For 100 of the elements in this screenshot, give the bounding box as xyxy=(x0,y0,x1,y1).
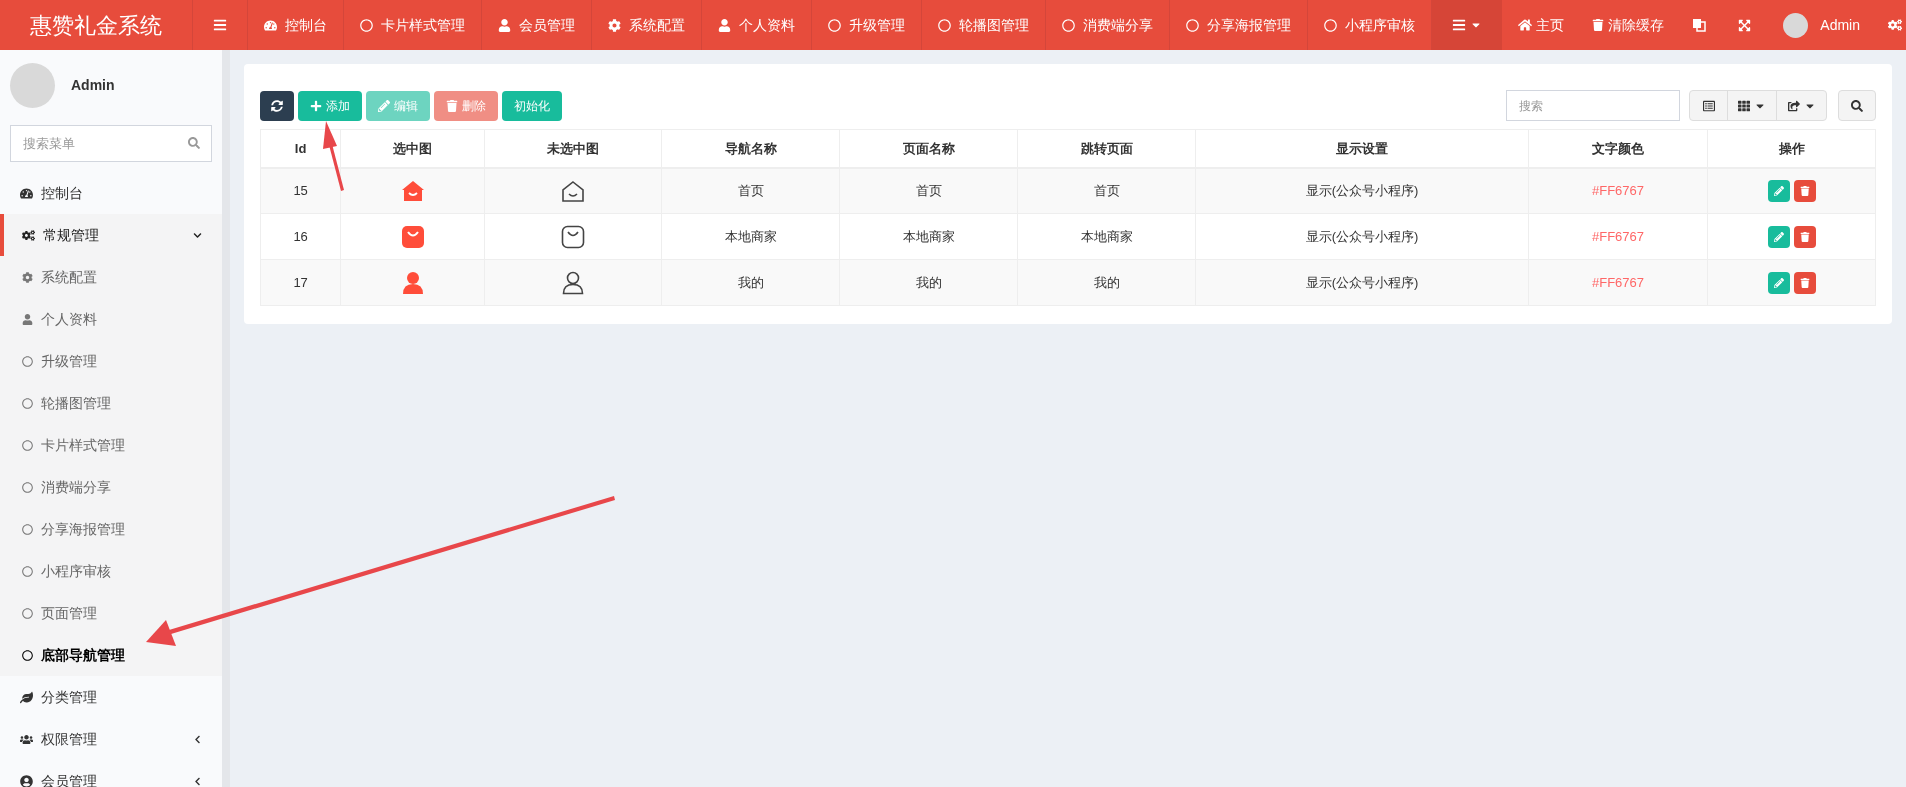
submenu-item[interactable]: 系统配置 xyxy=(0,256,222,298)
dashboard-icon xyxy=(20,186,33,200)
table-cell: #FF6767 xyxy=(1528,259,1708,306)
trash-icon xyxy=(1799,231,1810,242)
nav-tab[interactable]: 系统配置 xyxy=(592,0,703,50)
table-cell: 我的 xyxy=(1017,259,1196,306)
bag-icon xyxy=(400,224,425,249)
submenu-item[interactable]: 升级管理 xyxy=(0,340,222,382)
sidebar-item[interactable]: 会员管理 xyxy=(0,760,222,787)
person-icon xyxy=(401,270,424,295)
home-icon xyxy=(1518,18,1533,32)
submenu-item[interactable]: 消费端分享 xyxy=(0,466,222,508)
table-cell: 显示(公众号小程序) xyxy=(1195,167,1529,214)
chevron-left-icon xyxy=(193,776,202,786)
table-cell: 显示(公众号小程序) xyxy=(1195,259,1529,306)
menu-dropdown-button[interactable] xyxy=(1432,0,1503,50)
submenu-item[interactable]: 卡片样式管理 xyxy=(0,424,222,466)
sidebar-item[interactable]: 常规管理 xyxy=(0,214,222,256)
submenu-item[interactable]: 页面管理 xyxy=(0,592,222,634)
grid-icon xyxy=(1738,99,1750,112)
export-icon xyxy=(1787,99,1800,112)
search-button[interactable] xyxy=(1838,90,1876,121)
edit-button[interactable] xyxy=(1767,271,1790,294)
menu-icon xyxy=(213,18,228,32)
annotation-arrow xyxy=(323,121,344,191)
trash-icon xyxy=(1799,277,1810,288)
delete-button[interactable] xyxy=(1793,225,1816,248)
trash-icon xyxy=(1799,185,1810,196)
trash-icon xyxy=(1592,19,1605,31)
table-cell: 首页 xyxy=(839,167,1018,214)
refresh-button[interactable] xyxy=(260,90,294,121)
fullscreen-icon xyxy=(1738,18,1752,32)
delete-button[interactable] xyxy=(1793,271,1816,294)
pencil-icon xyxy=(1773,277,1784,288)
list-icon xyxy=(1702,99,1715,112)
pencil-icon xyxy=(378,99,390,112)
table-cell: 16 xyxy=(260,213,341,260)
plus-icon xyxy=(310,99,322,112)
nav-tab[interactable]: 消费端分享 xyxy=(1046,0,1171,50)
table-cell: 本地商家 xyxy=(839,213,1018,260)
submenu-item[interactable]: 底部导航管理 xyxy=(0,634,222,676)
table-cell: 本地商家 xyxy=(661,213,840,260)
user-icon xyxy=(22,313,33,325)
edit-button[interactable] xyxy=(1767,225,1790,248)
search-field[interactable]: 搜索 xyxy=(1506,90,1680,121)
chevron-down-icon xyxy=(193,230,202,240)
user-icon xyxy=(498,18,512,32)
nav-tab[interactable]: 控制台 xyxy=(248,0,345,50)
delete-button[interactable] xyxy=(1793,179,1816,202)
sidebar-item[interactable]: 分类管理 xyxy=(0,676,222,718)
init-button[interactable]: 初始化 xyxy=(502,90,562,121)
users-icon xyxy=(20,732,33,746)
settings-icon xyxy=(22,271,33,283)
column-header: 未选中图 xyxy=(484,129,662,168)
submenu-item[interactable]: 轮播图管理 xyxy=(0,382,222,424)
column-header: 选中图 xyxy=(340,129,485,168)
table-cell: 首页 xyxy=(1017,167,1196,214)
search-icon xyxy=(1851,99,1863,112)
nav-tab[interactable]: 轮播图管理 xyxy=(922,0,1047,50)
house-icon xyxy=(400,179,425,202)
submenu-item[interactable]: 个人资料 xyxy=(0,298,222,340)
sidebar-item[interactable]: 权限管理 xyxy=(0,718,222,760)
pencil-icon xyxy=(1773,231,1784,242)
table-cell: 首页 xyxy=(661,167,840,214)
user-icon xyxy=(718,18,732,32)
nav-tab[interactable]: 会员管理 xyxy=(482,0,593,50)
submenu-item[interactable]: 小程序审核 xyxy=(0,550,222,592)
list-icon xyxy=(1452,18,1467,32)
table-cell: 17 xyxy=(260,259,341,306)
nav-tab[interactable]: 升级管理 xyxy=(812,0,923,50)
add-button[interactable]: 添加 xyxy=(298,90,362,121)
delete-button[interactable]: 删除 xyxy=(434,90,498,121)
column-header: 文字颜色 xyxy=(1528,129,1708,168)
table-cell: 我的 xyxy=(839,259,1018,306)
column-header: 导航名称 xyxy=(661,129,840,168)
table-cell: #FF6767 xyxy=(1528,167,1708,214)
gears-icon xyxy=(1888,18,1902,32)
user-name: Admin xyxy=(71,75,115,95)
column-header: 跳转页面 xyxy=(1017,129,1196,168)
person-icon xyxy=(562,270,584,295)
table-cell: 我的 xyxy=(661,259,840,306)
pencil-icon xyxy=(1773,185,1784,196)
search-field[interactable]: 搜索菜单 xyxy=(10,125,212,162)
edit-button[interactable] xyxy=(1767,179,1790,202)
nav-tab[interactable]: 个人资料 xyxy=(702,0,813,50)
avatar xyxy=(10,62,55,108)
home-link[interactable]: 主页 xyxy=(1502,0,1581,50)
submenu-item[interactable]: 分享海报管理 xyxy=(0,508,222,550)
nav-tab[interactable]: 卡片样式管理 xyxy=(344,0,483,50)
column-header: 操作 xyxy=(1707,129,1876,168)
house-icon xyxy=(561,179,585,202)
chevron-left-icon xyxy=(193,734,202,744)
user-menu[interactable]: Admin xyxy=(1767,0,1876,50)
table-cell: #FF6767 xyxy=(1528,213,1708,260)
nav-tab[interactable]: 分享海报管理 xyxy=(1170,0,1309,50)
gears-icon xyxy=(22,228,35,242)
avatar xyxy=(1783,12,1809,38)
column-header: 显示设置 xyxy=(1195,129,1529,168)
sidebar-item[interactable]: 控制台 xyxy=(0,172,222,214)
clear-cache-link[interactable]: 清除缓存 xyxy=(1580,0,1677,50)
